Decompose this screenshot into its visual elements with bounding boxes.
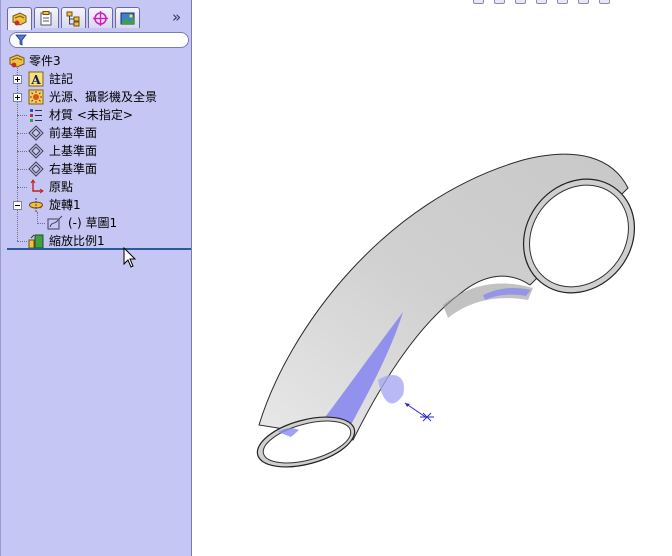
svg-text:A: A [30,73,41,87]
feature-manager-panel: » 零件3 A 註記 光源、攝影機及全景 材質 <未指定> 前基準面 上基準面 … [0,0,192,556]
tree-item-label: 註記 [49,72,74,86]
tree-item-label: 前基準面 [49,126,98,140]
dimxpert-icon [93,10,108,26]
configuration-manager-tab[interactable] [61,7,86,28]
filter-icon [15,34,27,46]
pipe-highlight [378,375,404,404]
property-manager-icon [40,10,52,25]
tree-item-right-plane[interactable]: 右基準面 [1,160,191,178]
mouse-cursor-icon [123,247,137,268]
tree-item-label: 縮放比例1 [49,234,105,248]
tree-item-front-plane[interactable]: 前基準面 [1,124,191,142]
feature-manager-tab[interactable] [7,7,32,30]
tree-item-label: (-) 草圖1 [68,216,118,230]
tree-item-part[interactable]: 零件3 [1,52,191,70]
tree-item-label: 原點 [49,180,74,194]
tree-item-label: 材質 <未指定> [49,108,133,122]
origin-indicator-icon [404,402,434,422]
configuration-manager-icon [66,11,80,26]
tree-item-label: 右基準面 [49,162,98,176]
expand-toggle[interactable] [13,93,22,102]
tree-item-annotations[interactable]: A 註記 [1,70,191,88]
origin-icon [28,179,44,195]
display-manager-icon [120,12,135,24]
tree-item-top-plane[interactable]: 上基準面 [1,142,191,160]
tree-item-sketch[interactable]: (-) 草圖1 [1,214,191,232]
sketch-icon [47,215,63,231]
tree-item-material[interactable]: 材質 <未指定> [1,106,191,124]
tree-item-lights-cameras[interactable]: 光源、攝影機及全景 [1,88,191,106]
part-icon [9,53,25,69]
tabs-overflow-button[interactable]: » [172,8,181,26]
material-icon [28,107,44,123]
tree-item-label: 零件3 [29,54,61,68]
annotation-icon: A [28,71,44,87]
graphics-area[interactable] [193,0,672,556]
display-manager-tab[interactable] [115,7,140,28]
plane-icon [28,161,44,177]
rollback-bar[interactable] [7,248,191,250]
tree-filter-field[interactable] [9,32,189,48]
feature-tree-icon [12,11,27,26]
manager-tabs [7,7,142,30]
lights-icon [28,89,44,105]
tree-item-label: 光源、攝影機及全景 [49,90,158,104]
tree-item-origin[interactable]: 原點 [1,178,191,196]
bent-pipe-model[interactable] [193,0,672,556]
plane-icon [28,143,44,159]
tree-item-label: 旋轉1 [49,198,81,212]
collapse-toggle[interactable] [13,201,22,210]
tree-item-label: 上基準面 [49,144,98,158]
solidworks-window: » 零件3 A 註記 光源、攝影機及全景 材質 <未指定> 前基準面 上基準面 … [0,0,672,556]
dimxpert-manager-tab[interactable] [88,7,113,28]
revolve-icon [28,197,44,213]
plane-icon [28,125,44,141]
expand-toggle[interactable] [13,75,22,84]
scale-icon [28,233,44,249]
property-manager-tab[interactable] [34,7,59,28]
tree-item-revolve[interactable]: 旋轉1 [1,196,191,214]
